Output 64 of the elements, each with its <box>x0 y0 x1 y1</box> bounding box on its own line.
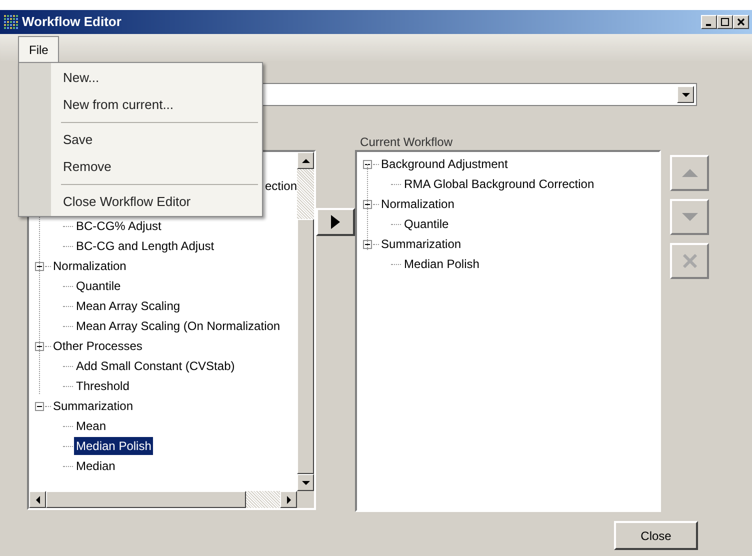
scroll-arrow-button[interactable] <box>280 491 298 508</box>
menu-item[interactable]: Remove <box>19 153 262 180</box>
tree-node[interactable]: Mean <box>74 417 108 435</box>
horizontal-scrollbar[interactable] <box>29 491 314 508</box>
menu-item[interactable]: Close Workflow Editor <box>19 188 262 215</box>
tree-node[interactable]: Mean Array Scaling (On Normalization <box>74 317 282 335</box>
collapse-icon[interactable] <box>363 160 372 168</box>
down-triangle-icon <box>682 210 698 224</box>
scroll-arrow-button[interactable] <box>677 86 694 103</box>
delete-button[interactable] <box>670 243 710 279</box>
menu-item[interactable]: New from current... <box>19 91 262 118</box>
grid-logo-icon <box>3 14 19 30</box>
add-button[interactable] <box>316 208 356 236</box>
minimize-button[interactable] <box>701 15 717 29</box>
left-arrow-icon <box>34 494 42 504</box>
move-down-button[interactable] <box>670 199 710 235</box>
tree-node[interactable]: Summarization <box>380 235 462 253</box>
maximize-icon <box>721 18 729 26</box>
tree-node[interactable]: Median <box>74 457 118 475</box>
scrollbar-corner <box>297 491 314 508</box>
menu-title[interactable]: File <box>18 36 60 62</box>
right-arrow-icon <box>331 215 340 229</box>
vertical-scrollbar[interactable] <box>297 152 314 491</box>
collapse-icon[interactable] <box>35 402 44 410</box>
menu-item[interactable]: New... <box>19 64 262 91</box>
close-button[interactable]: Close <box>614 521 698 550</box>
up-triangle-icon <box>682 166 698 180</box>
collapse-icon[interactable] <box>35 262 44 270</box>
scroll-thumb[interactable] <box>297 219 314 474</box>
scroll-thumb[interactable] <box>46 491 246 508</box>
scroll-arrow-button[interactable] <box>297 474 314 491</box>
menu-item[interactable]: Save <box>19 126 262 153</box>
tree-node[interactable]: BC-CG and Length Adjust <box>74 237 216 255</box>
scroll-arrow-button[interactable] <box>297 152 314 169</box>
tree-node[interactable]: Add Small Constant (CVStab) <box>74 357 237 375</box>
tree-node[interactable]: Quantile <box>402 215 451 233</box>
maximize-button[interactable] <box>717 15 733 29</box>
down-arrow-icon <box>680 90 690 98</box>
collapse-icon[interactable] <box>363 240 372 248</box>
tree-node[interactable]: Quantile <box>74 277 123 295</box>
cross-icon <box>682 254 698 268</box>
tree-node[interactable]: ection <box>265 177 298 195</box>
tree-node[interactable]: Median Polish <box>402 255 482 273</box>
tree-node[interactable]: RMA Global Background Correction <box>402 175 596 193</box>
tree-node[interactable]: Threshold <box>74 377 132 395</box>
tree-node[interactable]: Normalization <box>380 195 456 213</box>
tree-node[interactable]: Mean Array Scaling <box>74 297 182 315</box>
tree-node[interactable]: BC-CG% Adjust <box>74 217 164 235</box>
panel-label: Current Workflow <box>360 134 454 150</box>
collapse-icon[interactable] <box>35 342 44 350</box>
collapse-icon[interactable] <box>363 200 372 208</box>
window-title: Workflow Editor <box>22 13 122 32</box>
tree-node[interactable]: Other Processes <box>52 337 144 355</box>
scroll-arrow-button[interactable] <box>29 491 46 508</box>
move-up-button[interactable] <box>670 155 710 191</box>
right-arrow-icon <box>284 494 293 504</box>
tree-node[interactable]: Background Adjustment <box>380 155 509 173</box>
tree-node[interactable]: Median Polish <box>74 437 154 455</box>
close-button[interactable] <box>733 15 749 29</box>
close-icon <box>737 18 745 26</box>
down-arrow-icon <box>300 478 311 486</box>
up-arrow-icon <box>300 156 311 164</box>
tree-node[interactable]: Summarization <box>52 397 134 415</box>
tree-node[interactable]: Normalization <box>52 257 128 275</box>
